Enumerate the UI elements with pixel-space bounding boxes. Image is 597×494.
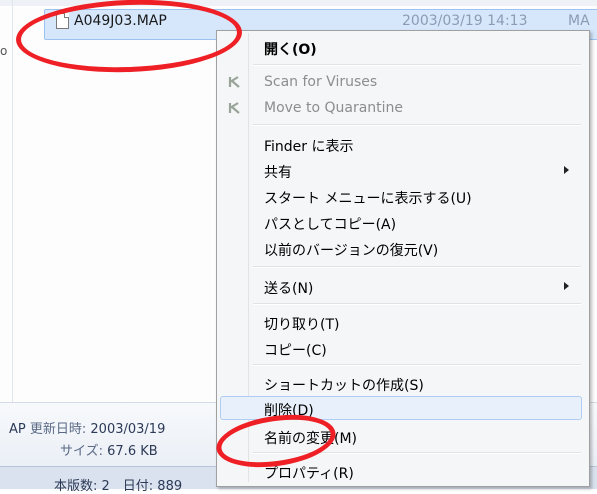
kaspersky-k-icon — [228, 76, 240, 88]
menu-separator — [253, 124, 581, 126]
submenu-arrow-icon — [564, 282, 569, 290]
details-modified-label: 更新日時: — [29, 422, 87, 437]
file-modified-date: 2003/03/19 14:13 — [402, 13, 528, 29]
menu-item-copy[interactable]: コピー(C) — [220, 336, 582, 360]
details-modified-value: 2003/03/19 — [90, 422, 166, 437]
menu-item-share[interactable]: 共有 — [220, 158, 582, 182]
menu-item-label: スタート メニューに表示する(U) — [264, 191, 472, 207]
menu-separator — [253, 266, 581, 268]
kaspersky-k-icon — [228, 102, 240, 114]
nav-pane-glyph: o — [0, 44, 8, 58]
menu-item-label: ショートカットの作成(S) — [264, 378, 424, 394]
file-type: MA — [568, 13, 590, 29]
menu-item-move-quarantine[interactable]: Move to Quarantine — [220, 96, 582, 120]
menu-item-label: Scan for Viruses — [264, 74, 378, 90]
menu-item-copy-as-path[interactable]: パスとしてコピー(A) — [220, 210, 582, 234]
navigation-pane-border — [12, 0, 13, 402]
menu-item-label: Move to Quarantine — [264, 100, 404, 116]
menu-item-create-shortcut[interactable]: ショートカットの作成(S) — [220, 371, 582, 395]
menu-item-label: 共有 — [264, 165, 292, 181]
menu-item-label: 切り取り(T) — [264, 317, 340, 333]
menu-separator — [253, 303, 581, 305]
menu-item-label: Finder に表示 — [264, 139, 354, 155]
details-modified: AP 更新日時: 2003/03/19 — [9, 418, 165, 437]
menu-separator — [253, 64, 581, 66]
details-name-fragment: AP — [9, 422, 26, 437]
menu-item-send-to[interactable]: 送る(N) — [220, 274, 582, 298]
menu-item-label: パスとしてコピー(A) — [264, 217, 397, 233]
menu-item-label: コピー(C) — [264, 343, 327, 359]
submenu-arrow-icon — [564, 166, 569, 174]
menu-separator — [253, 364, 581, 366]
menu-item-show-in-finder[interactable]: Finder に表示 — [220, 132, 582, 156]
menu-item-label: 送る(N) — [264, 281, 314, 297]
details-size-value: 67.6 KB — [107, 444, 158, 459]
menu-item-label: 開く(O) — [264, 42, 317, 58]
menu-item-pin-start[interactable]: スタート メニューに表示する(U) — [220, 184, 582, 208]
menu-item-open[interactable]: 開く(O) — [220, 35, 582, 59]
details-size: サイズ: 67.6 KB — [60, 440, 158, 459]
details-size-label: サイズ: — [60, 444, 103, 459]
menu-item-label: 以前のバージョンの復元(V) — [264, 243, 439, 259]
status-text: 本版数: 2 日付: 889 — [54, 479, 183, 494]
menu-item-restore-versions[interactable]: 以前のバージョンの復元(V) — [220, 236, 582, 260]
menu-item-scan-viruses[interactable]: Scan for Viruses — [220, 70, 582, 94]
menu-item-cut[interactable]: 切り取り(T) — [220, 310, 582, 334]
